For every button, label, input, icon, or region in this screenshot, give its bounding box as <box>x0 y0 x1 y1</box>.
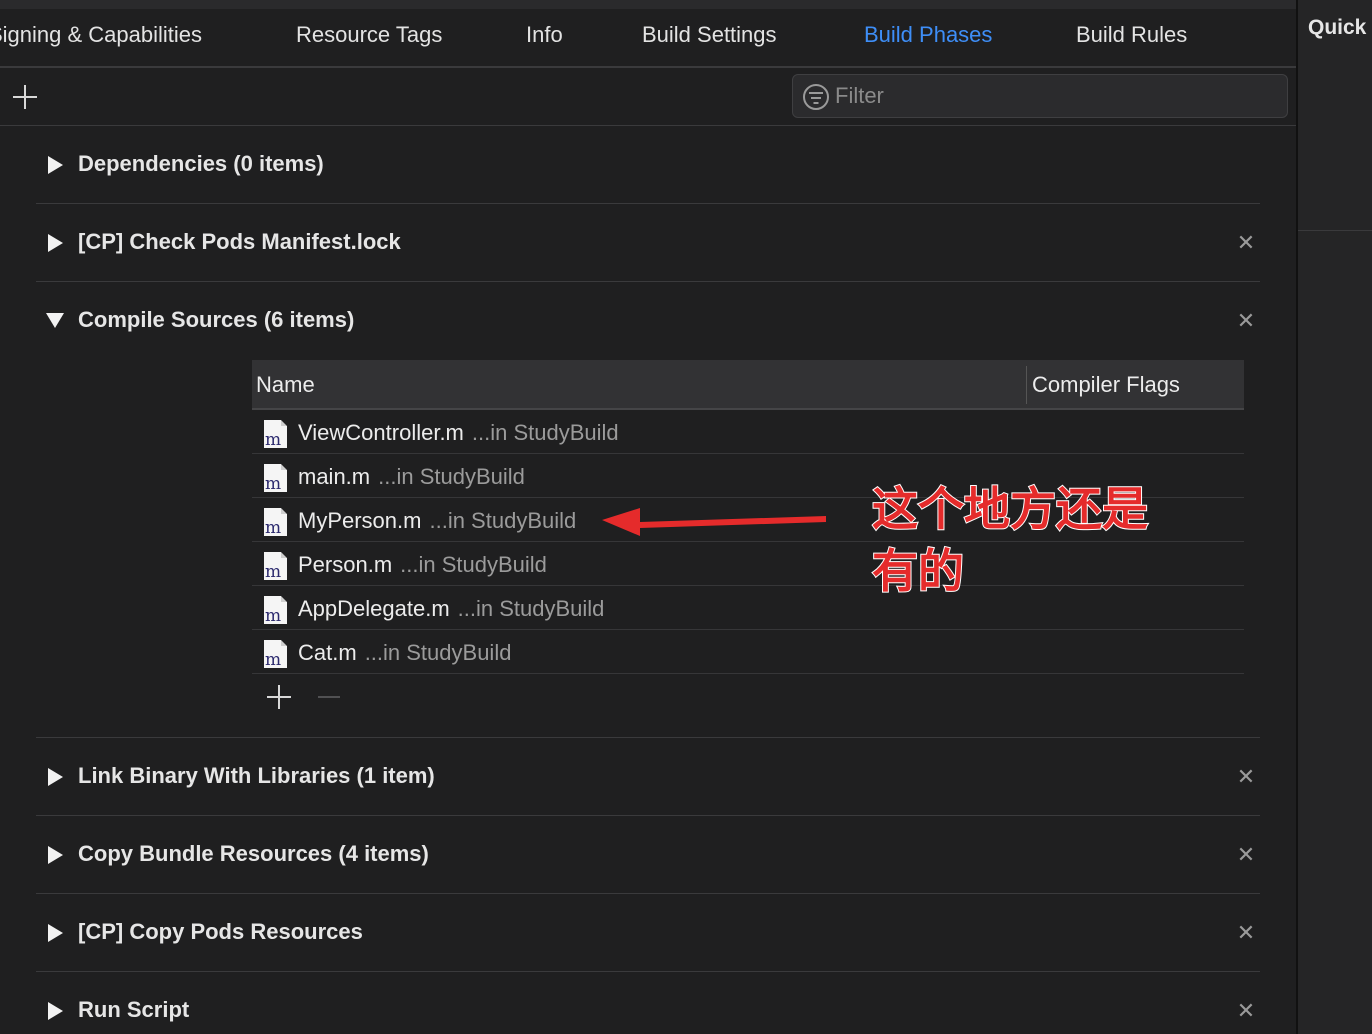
plus-icon[interactable] <box>10 82 40 112</box>
disclosure-triangle-icon[interactable] <box>48 768 63 786</box>
disclosure-triangle-icon[interactable] <box>46 313 64 328</box>
disclosure-triangle-icon[interactable] <box>48 156 63 174</box>
phase-title: Run Script <box>78 997 190 1022</box>
annotation-arrow-icon <box>602 508 826 536</box>
disclosure-triangle-icon[interactable] <box>48 234 63 252</box>
disclosure-triangle-icon[interactable] <box>48 846 63 864</box>
file-path: ...in StudyBuild <box>457 596 605 621</box>
phases-toolbar <box>0 68 1296 126</box>
column-header-compiler-flags[interactable]: Compiler Flags <box>1032 372 1180 398</box>
objc-file-icon: m <box>264 552 287 582</box>
objc-file-icon: m <box>264 640 287 670</box>
file-path: ...in StudyBuild <box>378 464 525 489</box>
phase-copy-pods-resources[interactable]: [CP] Copy Pods Resources ✕ <box>36 894 1260 972</box>
tab-signing-capabilities[interactable]: Signing & Capabilities <box>0 22 202 48</box>
phase-title: [CP] Check Pods Manifest.lock <box>78 229 401 254</box>
column-divider[interactable] <box>1026 366 1027 404</box>
table-row[interactable]: m ViewController.m ...in StudyBuild <box>252 410 1244 454</box>
phase-title: Compile Sources (6 items) <box>78 307 355 332</box>
tab-info[interactable]: Info <box>526 22 563 48</box>
file-path: ...in StudyBuild <box>400 552 547 577</box>
table-footer <box>252 674 1244 722</box>
inspector-panel: Quick Help <box>1296 0 1372 1034</box>
close-icon[interactable]: ✕ <box>1236 764 1256 790</box>
objc-file-icon: m <box>264 508 287 538</box>
tab-build-rules[interactable]: Build Rules <box>1076 22 1187 48</box>
file-path: ...in StudyBuild <box>471 420 619 445</box>
objc-file-icon: m <box>264 420 287 450</box>
close-icon[interactable]: ✕ <box>1236 308 1256 334</box>
inspector-title: Quick Help <box>1308 16 1372 39</box>
file-name: ViewController.m <box>298 420 464 445</box>
filter-input[interactable] <box>835 81 1275 111</box>
objc-file-icon: m <box>264 464 287 494</box>
tab-build-settings[interactable]: Build Settings <box>642 22 777 48</box>
file-path: ...in StudyBuild <box>429 508 577 533</box>
phase-title: Link Binary With Libraries (1 item) <box>78 763 435 788</box>
phase-dependencies[interactable]: Dependencies (0 items) <box>36 126 1260 204</box>
phase-run-script[interactable]: Run Script ✕ <box>36 972 1260 1034</box>
close-icon[interactable]: ✕ <box>1236 842 1256 868</box>
add-file-plus-icon[interactable] <box>266 684 292 710</box>
phase-copy-bundle-resources[interactable]: Copy Bundle Resources (4 items) ✕ <box>36 816 1260 894</box>
phase-title: [CP] Copy Pods Resources <box>78 919 363 944</box>
table-header: Name Compiler Flags <box>252 360 1244 410</box>
file-name: Cat.m <box>298 640 357 665</box>
phase-title: Dependencies (0 items) <box>78 151 324 176</box>
phase-link-binary[interactable]: Link Binary With Libraries (1 item) ✕ <box>36 738 1260 816</box>
phase-title: Copy Bundle Resources (4 items) <box>78 841 429 866</box>
tab-resource-tags[interactable]: Resource Tags <box>296 22 442 48</box>
close-icon[interactable]: ✕ <box>1236 230 1256 256</box>
table-row[interactable]: m Cat.m ...in StudyBuild <box>252 630 1244 674</box>
file-name: main.m <box>298 464 371 489</box>
objc-file-icon: m <box>264 596 287 626</box>
close-icon[interactable]: ✕ <box>1236 920 1256 946</box>
inspector-divider <box>1298 230 1372 231</box>
annotation-line: 有的 <box>871 543 965 599</box>
disclosure-triangle-icon[interactable] <box>48 924 63 942</box>
annotation-text: 这个地方还是 有的 <box>871 478 1172 602</box>
editor-tab-bar: Signing & Capabilities Resource Tags Inf… <box>0 0 1296 68</box>
phase-check-pods-manifest[interactable]: [CP] Check Pods Manifest.lock ✕ <box>36 204 1260 282</box>
file-name: MyPerson.m <box>298 508 422 533</box>
disclosure-triangle-icon[interactable] <box>48 1002 63 1020</box>
file-path: ...in StudyBuild <box>364 640 512 665</box>
file-name: Person.m <box>298 552 393 577</box>
remove-file-minus-icon[interactable] <box>318 696 340 698</box>
column-header-name[interactable]: Name <box>256 372 315 398</box>
close-icon[interactable]: ✕ <box>1236 998 1256 1024</box>
filter-field[interactable] <box>792 74 1288 118</box>
tab-build-phases[interactable]: Build Phases <box>864 22 992 48</box>
file-name: AppDelegate.m <box>298 596 450 621</box>
annotation-line: 这个地方还是 <box>871 481 1149 537</box>
filter-icon <box>803 84 829 110</box>
build-phases-editor: Signing & Capabilities Resource Tags Inf… <box>0 0 1296 1034</box>
